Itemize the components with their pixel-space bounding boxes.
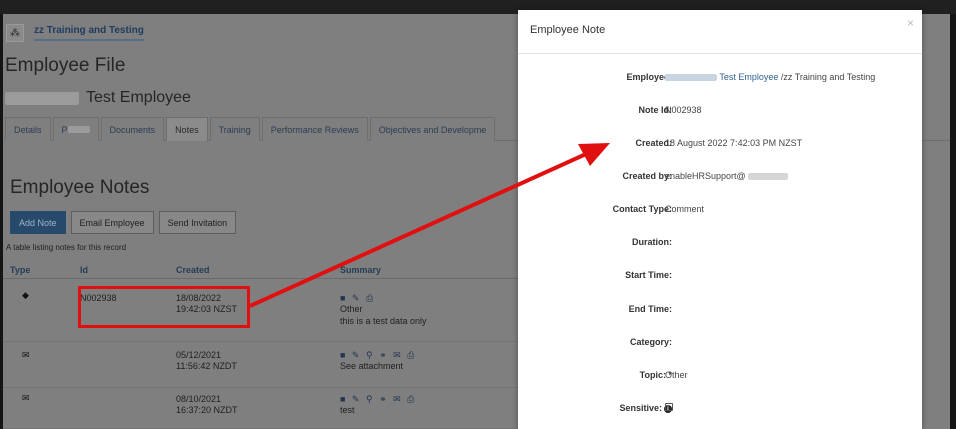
contact-type-value: Comment bbox=[665, 204, 705, 214]
modal-header: Employee Note × bbox=[518, 10, 922, 54]
tab-redacted-label: P bbox=[61, 124, 68, 135]
summary-line2: this is a test data only bbox=[340, 316, 427, 326]
modal-title: Employee Note bbox=[530, 24, 606, 36]
duration-label: Duration: bbox=[632, 237, 672, 247]
table-row[interactable]: ✉ 08/10/2021 16:37:20 NZDT ■ ✎ ⚲ ⚭ ✉ ⎙ t… bbox=[0, 388, 530, 429]
section-title: Employee Notes bbox=[10, 177, 150, 198]
created-date: 05/12/2021 bbox=[176, 350, 222, 360]
tab-details[interactable]: Details bbox=[5, 117, 51, 141]
redacted-tab-text bbox=[67, 126, 90, 133]
table-row[interactable]: ✉ 05/12/2021 11:56:42 NZDT ■ ✎ ⚲ ⚭ ✉ ⎙ S… bbox=[0, 342, 530, 388]
sensitive-checkbox[interactable] bbox=[665, 403, 673, 411]
envelope-icon: ✉ bbox=[22, 393, 30, 403]
envelope-icon: ✉ bbox=[22, 350, 30, 360]
sensitive-value bbox=[665, 403, 673, 413]
contact-type-label: Contact Type: bbox=[612, 204, 672, 214]
sensitive-label: Sensitive: bbox=[619, 403, 662, 413]
breadcrumb: ⁂ zz Training and Testing bbox=[6, 22, 144, 44]
page-title: Employee File bbox=[5, 55, 126, 76]
summary-line1: See attachment bbox=[340, 361, 404, 371]
close-icon[interactable]: × bbox=[907, 16, 914, 30]
end-time-label: End Time: bbox=[628, 304, 672, 314]
field-sensitive: Sensitive: i bbox=[518, 401, 922, 415]
field-duration: Duration: bbox=[518, 235, 922, 249]
redacted-first-name bbox=[665, 74, 717, 82]
breadcrumb-org-link[interactable]: zz Training and Testing bbox=[34, 25, 144, 41]
field-category: Category: bbox=[518, 335, 922, 349]
created-by-email: enableHRSupport@ bbox=[665, 171, 746, 181]
created-date: 08/10/2021 bbox=[176, 394, 222, 404]
category-label: Category: bbox=[629, 337, 672, 347]
field-employee: Employee: Test Employee /zz Training and… bbox=[518, 70, 922, 84]
tab-redacted[interactable]: P bbox=[52, 117, 99, 141]
employee-name: Test Employee bbox=[86, 89, 191, 106]
created-by-value: enableHRSupport@ bbox=[665, 171, 789, 181]
sitemap-icon[interactable]: ⁂ bbox=[6, 24, 24, 42]
table-header: Type Id Created Summary bbox=[0, 261, 530, 279]
window-frame-left bbox=[0, 14, 3, 429]
tag-icon: ◆ bbox=[22, 290, 29, 300]
window-frame-right bbox=[950, 14, 956, 429]
employee-org: /zz Training and Testing bbox=[780, 72, 876, 82]
row-action-icons[interactable]: ■ ✎ ⎙ bbox=[340, 293, 375, 304]
col-created: Created bbox=[176, 265, 210, 275]
row-action-icons[interactable]: ■ ✎ ⚲ ⚭ ✉ ⎙ bbox=[340, 350, 416, 361]
field-start-time: Start Time: bbox=[518, 268, 922, 282]
field-created: Created: 18 August 2022 7:42:03 PM NZST bbox=[518, 136, 922, 150]
employee-value: Test Employee /zz Training and Testing bbox=[665, 72, 875, 82]
redacted-email-domain bbox=[748, 173, 789, 181]
summary-line1: Other bbox=[340, 304, 363, 314]
add-note-button[interactable]: Add Note bbox=[10, 211, 66, 234]
redacted-name bbox=[5, 91, 79, 105]
email-employee-button[interactable]: Email Employee bbox=[70, 211, 154, 234]
tab-notes[interactable]: Notes bbox=[166, 117, 208, 141]
tab-performance-reviews[interactable]: Performance Reviews bbox=[261, 117, 368, 141]
field-end-time: End Time: bbox=[518, 302, 922, 316]
created-time: 16:37:20 NZDT bbox=[176, 405, 238, 415]
tab-documents[interactable]: Documents bbox=[100, 117, 165, 141]
employee-link[interactable]: Test Employee bbox=[719, 72, 778, 82]
created-value: 18 August 2022 7:42:03 PM NZST bbox=[665, 138, 803, 148]
col-id: Id bbox=[80, 265, 88, 275]
tab-training[interactable]: Training bbox=[209, 117, 260, 141]
col-type: Type bbox=[10, 265, 31, 275]
send-invitation-button[interactable]: Send Invitation bbox=[158, 211, 237, 234]
topic-value: Other bbox=[665, 370, 688, 380]
notes-actions: Add Note Email Employee Send Invitation bbox=[10, 211, 241, 234]
field-topic: Topic: * Other bbox=[518, 368, 922, 382]
field-note-id: Note Id: N002938 bbox=[518, 103, 922, 117]
start-time-label: Start Time: bbox=[625, 270, 672, 280]
employee-name-heading: Test Employee bbox=[5, 89, 191, 107]
highlight-box bbox=[78, 286, 250, 328]
field-created-by: Created by: enableHRSupport@ bbox=[518, 169, 922, 183]
row-action-icons[interactable]: ■ ✎ ⚲ ⚭ ✉ ⎙ bbox=[340, 394, 416, 405]
employee-note-modal: Employee Note × Employee: Test Employee … bbox=[518, 10, 922, 429]
created-time: 11:56:42 NZDT bbox=[176, 361, 237, 371]
note-id-value: N002938 bbox=[665, 105, 702, 115]
field-contact-type: Contact Type: Comment bbox=[518, 202, 922, 216]
table-caption: A table listing notes for this record bbox=[6, 243, 127, 252]
summary-line1: test bbox=[340, 405, 355, 415]
tab-objectives[interactable]: Objectives and Developme bbox=[369, 117, 496, 141]
col-summary: Summary bbox=[340, 265, 382, 275]
